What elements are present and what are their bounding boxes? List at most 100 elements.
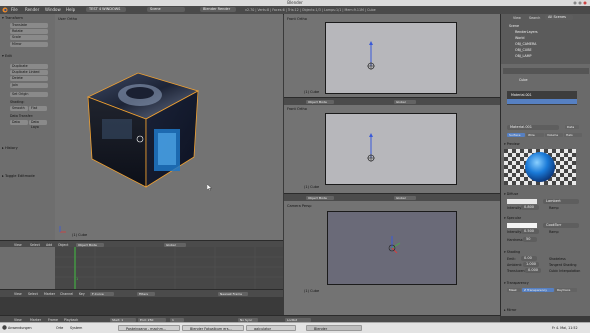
set-origin-button[interactable]: Set Origin: [10, 92, 48, 97]
textured-cube[interactable]: [80, 59, 210, 194]
mode-selector-main[interactable]: Object Mode: [76, 242, 104, 247]
scene-field[interactable]: Scene: [147, 7, 185, 12]
keying-set-field[interactable]: LocRot: [285, 317, 311, 322]
material-slot-item[interactable]: Material.001: [511, 93, 532, 97]
history-header[interactable]: ▸ History: [2, 146, 18, 150]
current-frame-field[interactable]: 1: [170, 317, 184, 322]
pivot-selector-top[interactable]: Global: [394, 99, 416, 104]
main-3d-viewport[interactable]: User Ortho (1) Cube: [55, 14, 283, 240]
mirror-header[interactable]: ▸ Mirror: [504, 308, 516, 312]
graph-channel-menu[interactable]: Channel: [60, 292, 73, 296]
menu-help[interactable]: Help: [66, 7, 75, 12]
menu-window[interactable]: Window: [45, 7, 61, 12]
specular-shader-selector[interactable]: CookTorr: [543, 223, 579, 228]
z-transparency-button[interactable]: Z Transparency: [522, 288, 554, 292]
toggle-editmode-label[interactable]: ▸ Toggle Editmode: [2, 174, 35, 178]
tab-volume[interactable]: Volume: [545, 133, 563, 137]
graph-view-menu[interactable]: View: [14, 292, 22, 296]
task-blender-foto[interactable]: Blender Fotoalbum ers...: [182, 325, 244, 331]
rotate-button[interactable]: Rotate: [10, 29, 48, 34]
blender-logo-icon[interactable]: [2, 7, 8, 14]
window-controls-icon[interactable]: [573, 1, 587, 5]
front-ortho-viewport-top[interactable]: Front Ortho (1) Cube: [284, 14, 500, 100]
outliner-item-world[interactable]: World: [515, 36, 524, 40]
outliner-item-renderlayers[interactable]: RenderLayers: [515, 30, 538, 34]
system-menu[interactable]: System: [70, 326, 82, 330]
raytrace-button[interactable]: Raytrace: [555, 288, 577, 292]
emit-field[interactable]: 0.00: [521, 256, 537, 261]
join-button[interactable]: Join: [10, 83, 48, 88]
scale-button[interactable]: Scale: [10, 35, 48, 40]
start-frame-field[interactable]: Start: 1: [110, 317, 136, 322]
applications-menu[interactable]: Anwendungen: [8, 326, 32, 330]
select-menu[interactable]: Select: [30, 243, 40, 247]
timeline-frame-menu[interactable]: Frame: [48, 318, 58, 322]
clock[interactable]: Fr 4. Mai, 11:52: [552, 326, 578, 330]
specular-header[interactable]: ▾ Specular: [504, 216, 521, 220]
task-galculator[interactable]: galculator: [246, 325, 296, 331]
data-link-selector[interactable]: Data: [565, 125, 579, 129]
outliner-item-camera[interactable]: OBJ_CAMERA: [515, 42, 536, 46]
outliner-scenes-field[interactable]: All Scenes: [545, 15, 573, 20]
shadeless-checkbox[interactable]: Shadeless: [549, 257, 566, 261]
sync-selector[interactable]: No Sync: [238, 317, 258, 322]
timeline-view-menu[interactable]: View: [14, 318, 22, 322]
preview-header[interactable]: ▾ Preview: [504, 142, 520, 146]
screen-layout-field[interactable]: TEST 4 WINDOWS: [86, 7, 126, 12]
places-menu[interactable]: Orte: [56, 326, 63, 330]
graph-marker-menu[interactable]: Marker: [44, 292, 55, 296]
mode-selector-top[interactable]: Object Mode: [306, 99, 334, 104]
task-blender[interactable]: Blender: [306, 325, 362, 331]
timeline-playback-menu[interactable]: Playback: [64, 318, 78, 322]
mask-button[interactable]: Mask: [507, 288, 521, 292]
nearest-frame-selector[interactable]: Nearest Frame: [218, 291, 248, 296]
object-menu[interactable]: Object: [58, 243, 68, 247]
shading-header[interactable]: ▾ Shading: [504, 250, 520, 254]
diffuse-shader-selector[interactable]: Lambert: [543, 199, 579, 204]
end-frame-field[interactable]: End: 250: [138, 317, 166, 322]
cubic-interpolation-checkbox[interactable]: Cubic Interpolation: [549, 269, 580, 273]
outliner-search-menu[interactable]: Search: [529, 16, 540, 20]
outliner-item-cube[interactable]: OBJ_CUBE: [515, 48, 532, 52]
diffuse-ramp-label[interactable]: Ramp: [549, 206, 559, 210]
tab-halo[interactable]: Halo: [564, 133, 582, 137]
camera-persp-viewport[interactable]: Camera Persp (1) Cube: [284, 201, 500, 316]
diffuse-color-swatch[interactable]: [507, 199, 537, 204]
smooth-button[interactable]: Smooth: [10, 106, 28, 111]
graph-editor-area[interactable]: 1: [55, 247, 283, 289]
view-menu[interactable]: View: [14, 243, 22, 247]
timeline-marker-menu[interactable]: Marker: [30, 318, 41, 322]
translucency-field[interactable]: 0.000: [525, 268, 541, 273]
graph-key-menu[interactable]: Key: [79, 292, 85, 296]
tab-wire[interactable]: Wire: [526, 133, 544, 137]
add-menu[interactable]: Add: [46, 243, 52, 247]
ambient-field[interactable]: 1.000: [523, 262, 539, 267]
edit-header[interactable]: ▾ Edit: [2, 54, 12, 58]
menu-file[interactable]: File: [11, 7, 18, 12]
duplicate-button[interactable]: Duplicate: [10, 64, 48, 69]
duplicate-linked-button[interactable]: Duplicate Linked: [10, 70, 48, 75]
front-ortho-viewport-mid[interactable]: Front Ortho (1) Cube: [284, 105, 500, 193]
tangent-shading-checkbox[interactable]: Tangent Shading: [549, 263, 577, 267]
specular-ramp-label[interactable]: Ramp: [549, 230, 559, 234]
data-button[interactable]: Data: [10, 120, 28, 125]
specular-color-swatch[interactable]: [507, 223, 537, 228]
pivot-selector-mid[interactable]: Global: [394, 195, 416, 200]
mode-selector-mid[interactable]: Object Mode: [306, 195, 334, 200]
graph-select-menu[interactable]: Select: [28, 292, 38, 296]
outliner-item-scene[interactable]: Scene: [509, 24, 519, 28]
diffuse-intensity-field[interactable]: 0.800: [521, 205, 539, 210]
translate-button[interactable]: Translate: [10, 23, 48, 28]
menu-render[interactable]: Render: [25, 7, 39, 12]
hardness-field[interactable]: 50: [523, 237, 537, 242]
fcurve-mode-selector[interactable]: F-Curve: [90, 291, 114, 296]
diffuse-header[interactable]: ▾ Diffuse: [504, 192, 518, 196]
material-name-field[interactable]: Material.001: [507, 125, 559, 130]
transparency-header[interactable]: ▾ Transparency: [504, 281, 529, 285]
task-mail[interactable]: Posteingang - machm...: [118, 325, 180, 331]
specular-intensity-field[interactable]: 0.500: [521, 229, 539, 234]
render-engine-field[interactable]: Blender Render: [200, 7, 236, 12]
pivot-selector-main[interactable]: Global: [164, 242, 186, 247]
outliner-view-menu[interactable]: View: [513, 16, 521, 20]
outliner-item-lamp[interactable]: OBJ_LAMP: [515, 54, 531, 58]
